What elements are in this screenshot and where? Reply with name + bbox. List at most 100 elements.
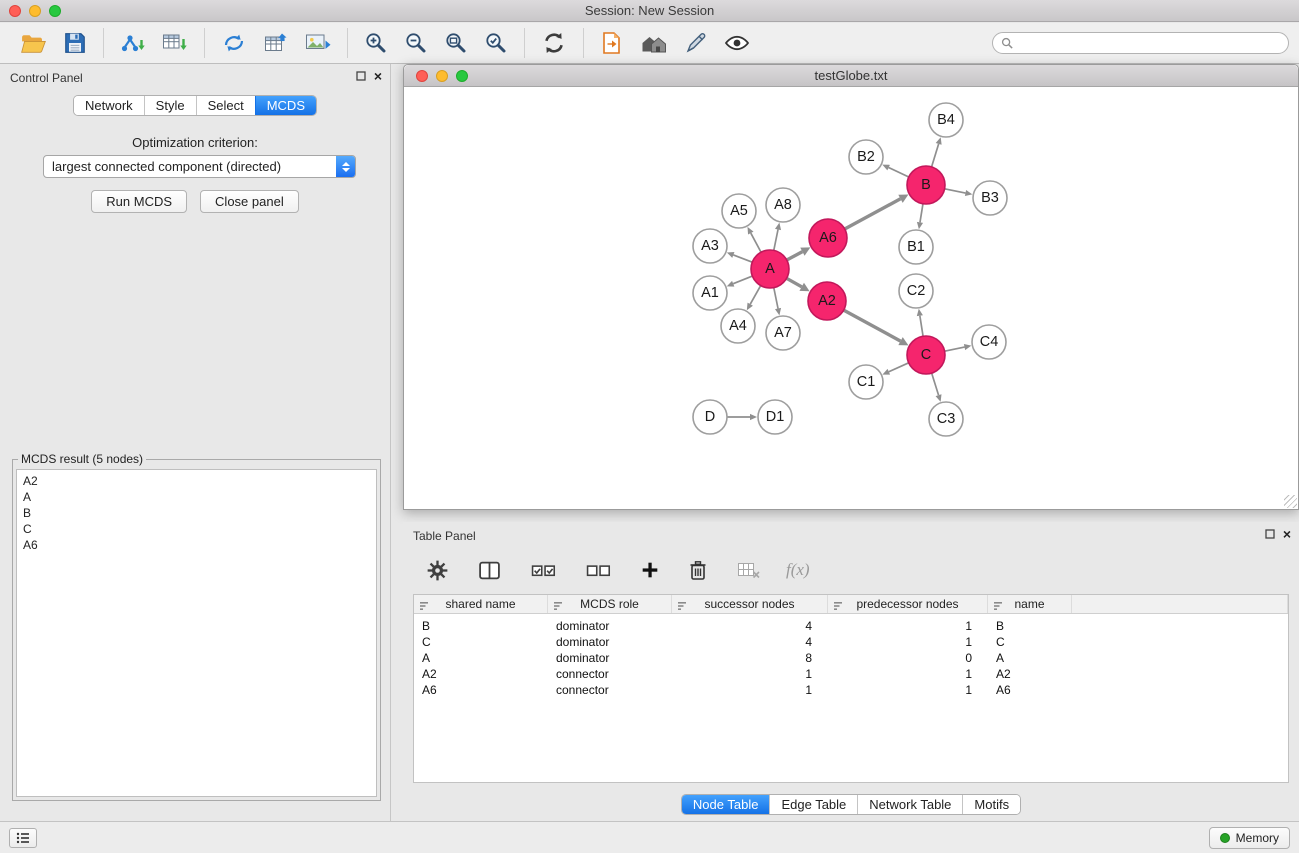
import-network-button[interactable]: [116, 29, 150, 57]
open-file-button[interactable]: [16, 29, 51, 58]
minimize-window-button[interactable]: [29, 5, 41, 17]
add-column-button[interactable]: [637, 559, 663, 581]
zoom-window-button[interactable]: [49, 5, 61, 17]
column-header-successor-nodes[interactable]: successor nodes: [672, 595, 828, 613]
float-panel-icon[interactable]: [356, 71, 366, 81]
graph-edge-B-B4[interactable]: [932, 137, 942, 167]
graph-edge-A-A2[interactable]: [787, 278, 810, 291]
table-row[interactable]: Cdominator41C: [414, 634, 1288, 650]
graph-node-C1[interactable]: C1: [849, 365, 883, 399]
show-panel-list-button[interactable]: [9, 828, 37, 848]
network-minimize-button[interactable]: [436, 70, 448, 82]
graph-edge-A-A1[interactable]: [727, 276, 753, 287]
table-tab-node-table[interactable]: Node Table: [682, 795, 770, 814]
mcds-result-item[interactable]: A: [23, 489, 370, 505]
settings-gear-button[interactable]: [423, 558, 452, 583]
select-all-button[interactable]: [527, 560, 560, 581]
search-input[interactable]: [1019, 36, 1280, 50]
graph-edge-B-B2[interactable]: [882, 165, 908, 177]
export-table-button[interactable]: [259, 29, 293, 57]
network-close-button[interactable]: [416, 70, 428, 82]
export-image-button[interactable]: [301, 29, 335, 57]
deselect-all-button[interactable]: [582, 560, 615, 581]
graph-node-B1[interactable]: B1: [899, 230, 933, 264]
column-header-mcds-role[interactable]: MCDS role: [548, 595, 672, 613]
table-tab-network-table[interactable]: Network Table: [857, 795, 962, 814]
function-builder-button[interactable]: f(x): [782, 560, 810, 580]
graph-node-A4[interactable]: A4: [721, 309, 755, 343]
mcds-result-item[interactable]: A6: [23, 537, 370, 553]
graph-edge-C-C1[interactable]: [882, 363, 908, 375]
graph-node-A8[interactable]: A8: [766, 188, 800, 222]
graph-edge-D-D1[interactable]: [727, 414, 757, 420]
network-window-titlebar[interactable]: testGlobe.txt: [404, 65, 1298, 87]
graph-edge-A-A8[interactable]: [774, 223, 781, 251]
table-row[interactable]: Adominator80A: [414, 650, 1288, 666]
tab-network[interactable]: Network: [74, 96, 144, 115]
annotation-pen-button[interactable]: [680, 29, 712, 57]
tab-style[interactable]: Style: [144, 96, 196, 115]
memory-button[interactable]: Memory: [1209, 827, 1290, 849]
mcds-result-item[interactable]: B: [23, 505, 370, 521]
network-zoom-button[interactable]: [456, 70, 468, 82]
node-table[interactable]: shared nameMCDS rolesuccessor nodesprede…: [413, 594, 1289, 783]
column-header-shared-name[interactable]: shared name: [414, 595, 548, 613]
close-window-button[interactable]: [9, 5, 21, 17]
table-tab-edge-table[interactable]: Edge Table: [769, 795, 857, 814]
search-field[interactable]: [992, 32, 1289, 54]
close-table-panel-icon[interactable]: ×: [1283, 528, 1291, 540]
graph-node-B3[interactable]: B3: [973, 181, 1007, 215]
graph-node-C4[interactable]: C4: [972, 325, 1006, 359]
tab-select[interactable]: Select: [196, 96, 255, 115]
graph-edge-A-A7[interactable]: [774, 288, 781, 316]
refresh-layout-button[interactable]: [537, 28, 571, 58]
mcds-result-list[interactable]: A2ABCA6: [16, 469, 377, 797]
export-document-button[interactable]: [596, 29, 628, 57]
table-tab-motifs[interactable]: Motifs: [962, 795, 1020, 814]
mcds-result-item[interactable]: C: [23, 521, 370, 537]
graph-node-D[interactable]: D: [693, 400, 727, 434]
graph-node-B[interactable]: B: [907, 166, 945, 204]
column-header-name[interactable]: name: [988, 595, 1072, 613]
table-row[interactable]: Bdominator41B: [414, 618, 1288, 634]
graph-node-B2[interactable]: B2: [849, 140, 883, 174]
network-canvas[interactable]: B4B2BB3A8A5A6B1A3AC2A1A2A4A7C4CC1C3DD1: [404, 87, 1298, 509]
tab-mcds[interactable]: MCDS: [255, 96, 316, 115]
home-button[interactable]: [636, 29, 672, 57]
close-panel-icon[interactable]: ×: [374, 70, 382, 82]
graph-node-A2[interactable]: A2: [808, 282, 846, 320]
graph-node-A3[interactable]: A3: [693, 229, 727, 263]
graph-node-A[interactable]: A: [751, 250, 789, 288]
delete-table-button[interactable]: [733, 559, 764, 581]
run-mcds-button[interactable]: Run MCDS: [91, 190, 187, 213]
graph-node-B4[interactable]: B4: [929, 103, 963, 137]
show-details-eye-button[interactable]: [720, 32, 754, 54]
mcds-result-item[interactable]: A2: [23, 473, 370, 489]
export-network-button[interactable]: [217, 29, 251, 57]
graph-edge-A-A6[interactable]: [787, 247, 811, 260]
graph-edge-A-A5[interactable]: [747, 227, 761, 252]
graph-node-A1[interactable]: A1: [693, 276, 727, 310]
graph-edge-A2-C[interactable]: [844, 310, 909, 345]
graph-edge-C-C4[interactable]: [945, 344, 972, 351]
import-table-button[interactable]: [158, 29, 192, 57]
graph-node-A7[interactable]: A7: [766, 316, 800, 350]
resize-grip[interactable]: [1284, 495, 1297, 508]
save-session-button[interactable]: [59, 29, 91, 57]
graph-edge-B-B3[interactable]: [945, 189, 973, 196]
graph-edge-A-A4[interactable]: [747, 286, 761, 311]
zoom-out-button[interactable]: [400, 29, 432, 57]
zoom-selected-button[interactable]: [480, 29, 512, 57]
table-row[interactable]: A6connector11A6: [414, 682, 1288, 698]
criterion-dropdown[interactable]: largest connected component (directed): [43, 155, 356, 178]
graph-edge-A-A3[interactable]: [727, 252, 752, 262]
graph-node-C3[interactable]: C3: [929, 402, 963, 436]
zoom-fit-button[interactable]: [440, 29, 472, 57]
zoom-in-button[interactable]: [360, 29, 392, 57]
graph-edge-A6-B[interactable]: [845, 195, 909, 229]
graph-edge-B-B1[interactable]: [917, 204, 923, 229]
graph-node-C[interactable]: C: [907, 336, 945, 374]
graph-edge-C-C2[interactable]: [917, 309, 923, 336]
graph-node-A6[interactable]: A6: [809, 219, 847, 257]
graph-node-C2[interactable]: C2: [899, 274, 933, 308]
